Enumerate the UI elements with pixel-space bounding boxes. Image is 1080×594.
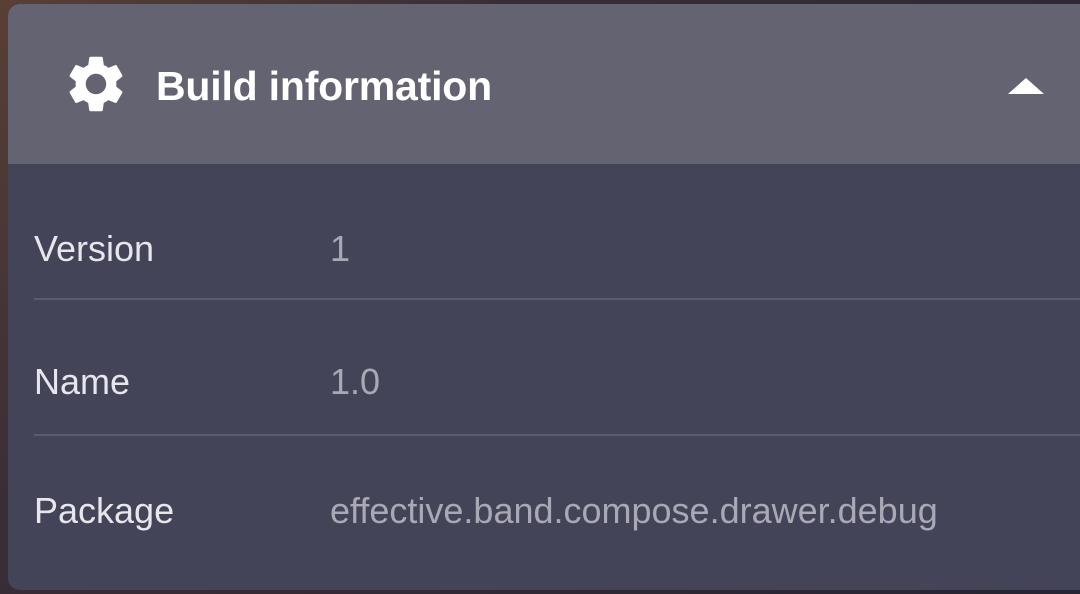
- panel-title: Build information: [156, 63, 492, 109]
- panel-header[interactable]: Build information: [8, 4, 1080, 164]
- info-row-package: Package effective.band.compose.drawer.de…: [8, 436, 1080, 572]
- version-value: 1: [330, 228, 351, 269]
- info-row-version: Version 1: [8, 164, 1080, 300]
- chevron-up-icon[interactable]: [1004, 72, 1048, 100]
- info-row-name: Name 1.0: [8, 300, 1080, 436]
- package-value: effective.band.compose.drawer.debug: [330, 490, 938, 531]
- gear-icon: [69, 56, 123, 112]
- build-information-panel: Build information Version 1 Name 1.0 Pac…: [8, 4, 1080, 590]
- package-label: Package: [34, 490, 175, 531]
- name-value: 1.0: [330, 361, 381, 402]
- info-list: Version 1 Name 1.0 Package effective.ban…: [8, 164, 1080, 572]
- version-label: Version: [34, 228, 155, 269]
- name-label: Name: [34, 361, 131, 402]
